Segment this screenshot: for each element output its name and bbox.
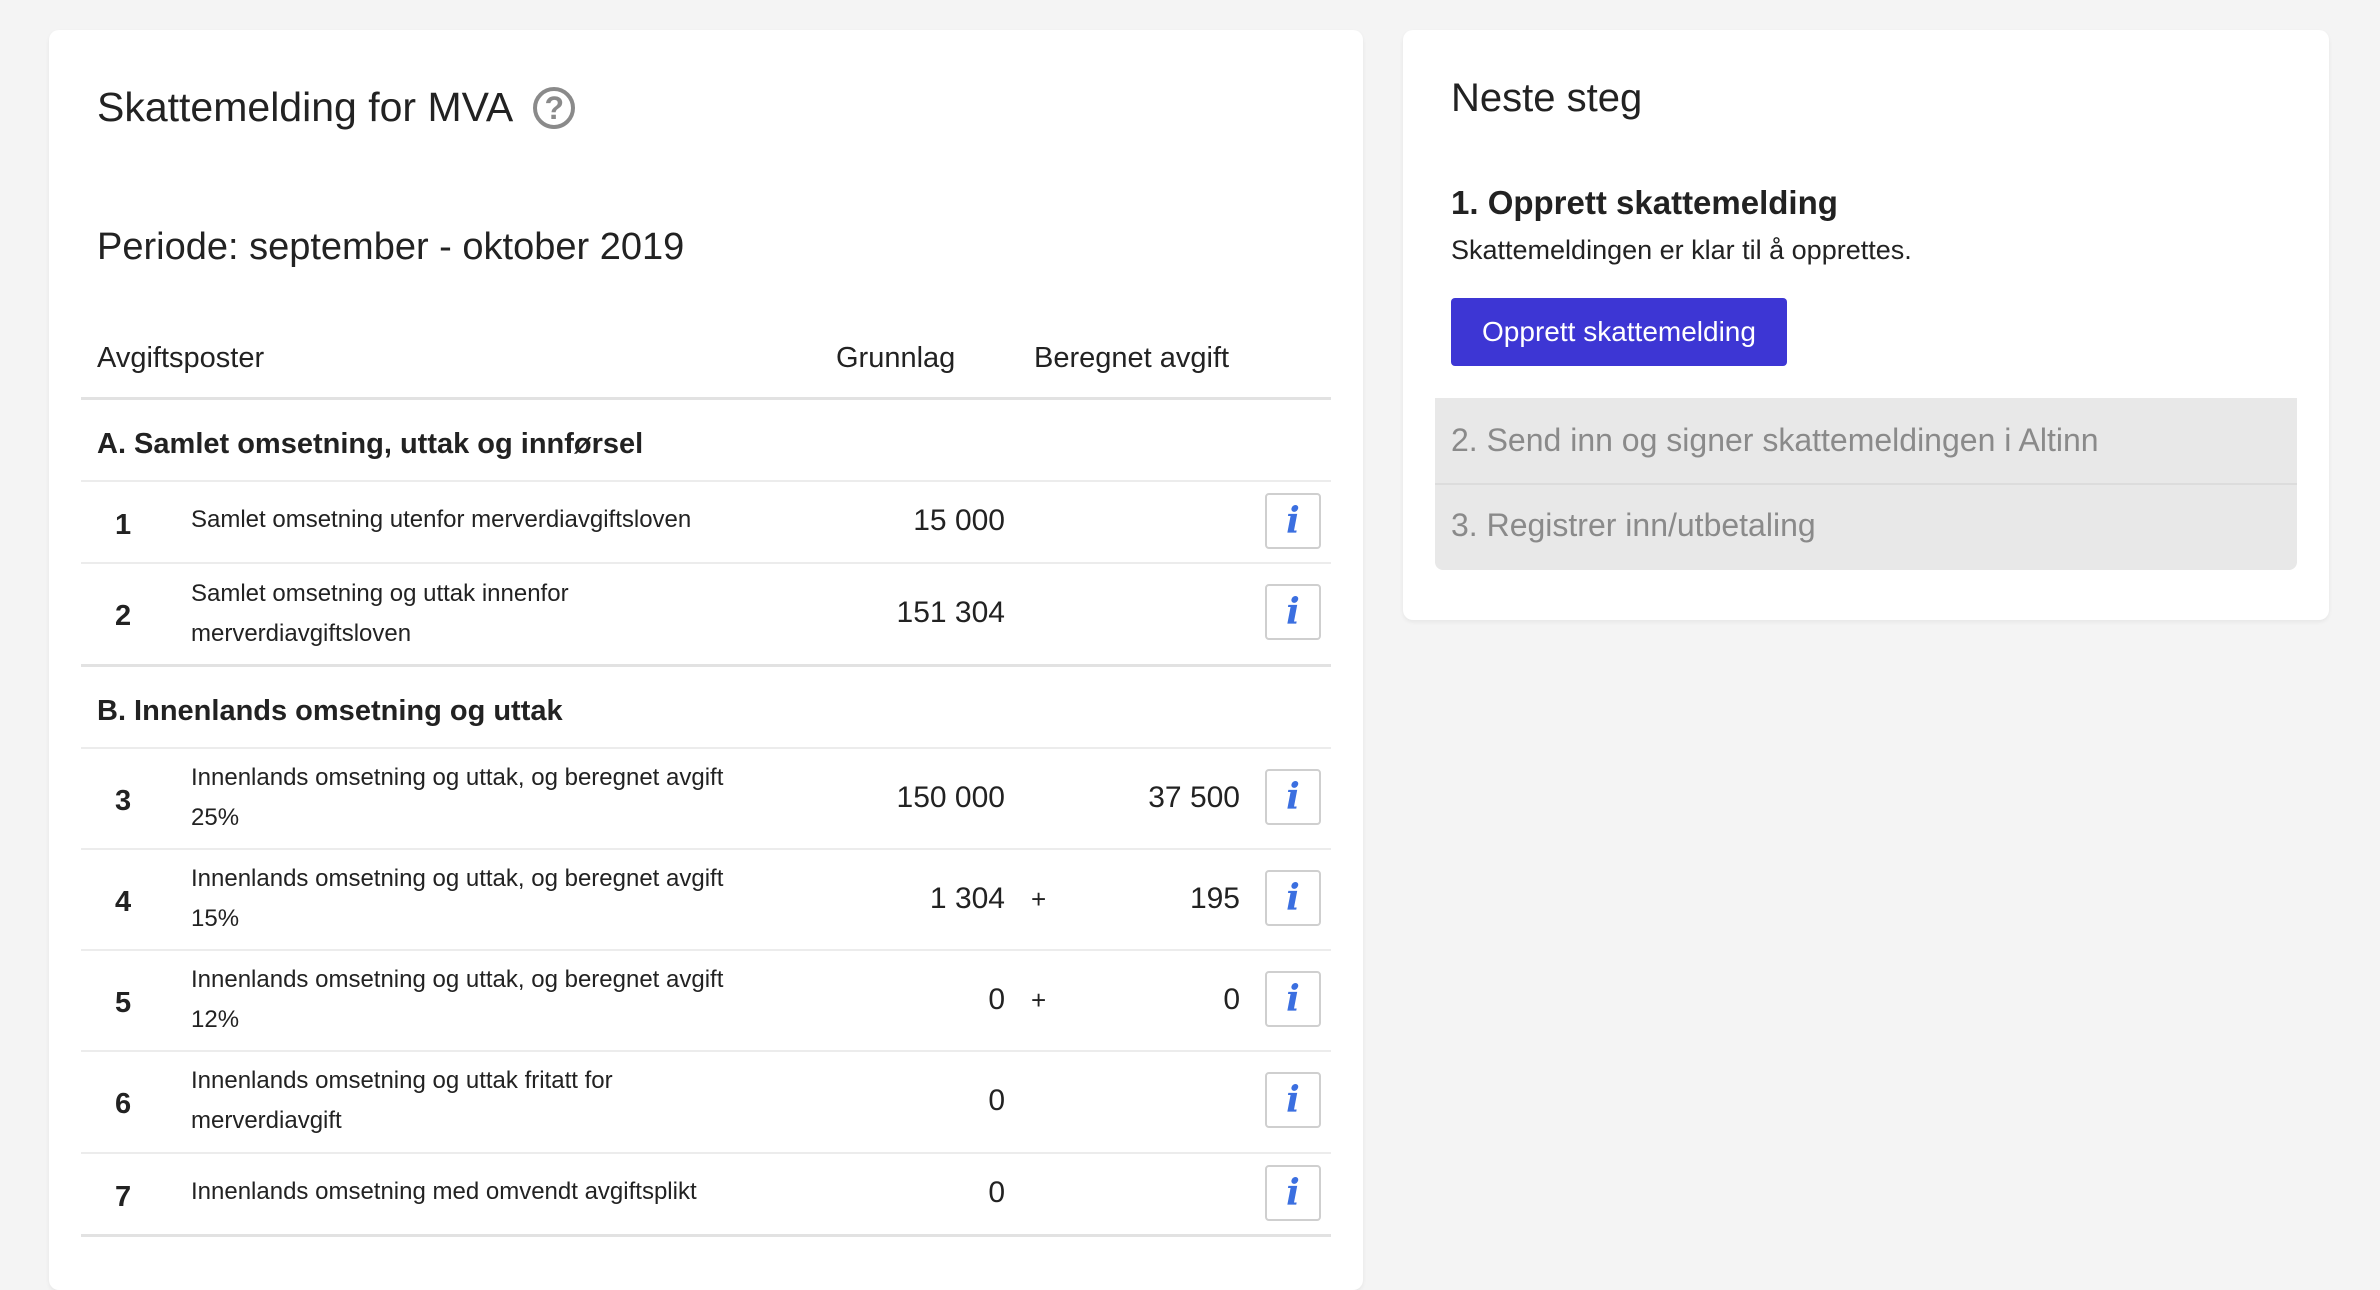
info-icon[interactable]: i — [1265, 870, 1321, 926]
page-title-text: Skattemelding for MVA — [97, 84, 514, 130]
table-row: 4 Innenlands omsetning og uttak, og bere… — [81, 848, 1331, 949]
info-icon[interactable]: i — [1265, 493, 1321, 549]
header-beregnet-avgift: Beregnet avgift — [1034, 342, 1230, 374]
table-row: 7 Innenlands omsetning med omvendt avgif… — [81, 1152, 1331, 1234]
row-grunnlag: 1 304 — [929, 882, 1005, 915]
step-3-title: 3. Registrer inn/utbetaling — [1451, 507, 1816, 543]
row-grunnlag: 0 — [988, 983, 1005, 1016]
info-icon[interactable]: i — [1265, 769, 1321, 825]
row-grunnlag: 15 000 — [913, 504, 1005, 537]
row-beregnet-avgift: 195 — [1189, 882, 1240, 915]
table-row: 3 Innenlands omsetning og uttak, og bere… — [81, 747, 1331, 848]
row-number: 5 — [115, 987, 132, 1019]
info-icon[interactable]: i — [1265, 1165, 1321, 1221]
row-description: Innenlands omsetning med omvendt avgifts… — [191, 1178, 697, 1205]
row-description: Innenlands omsetning og uttak, og beregn… — [191, 865, 724, 932]
row-grunnlag: 0 — [988, 1084, 1005, 1117]
next-steps-title: Neste steg — [1451, 76, 1643, 120]
row-number: 6 — [115, 1088, 132, 1120]
info-label: i — [1286, 500, 1300, 542]
info-label: i — [1286, 1079, 1300, 1121]
row-number: 3 — [115, 785, 132, 817]
header-grunnlag: Grunnlag — [836, 342, 956, 374]
table-bottom-divider — [81, 1234, 1331, 1237]
row-description: Innenlands omsetning og uttak, og beregn… — [191, 966, 724, 1033]
info-label: i — [1286, 877, 1300, 919]
section-divider — [81, 664, 1331, 667]
row-description: Samlet omsetning og uttak innenfor merve… — [191, 580, 569, 647]
info-icon[interactable]: i — [1265, 584, 1321, 640]
table-row: 5 Innenlands omsetning og uttak, og bere… — [81, 949, 1331, 1050]
table-header-divider — [81, 397, 1331, 400]
header-avgiftsposter: Avgiftsposter — [97, 342, 265, 374]
info-label: i — [1286, 591, 1300, 633]
divider — [1435, 483, 2297, 485]
row-description: Samlet omsetning utenfor merverdiavgifts… — [191, 506, 692, 533]
step-1-title: 1. Opprett skattemelding — [1451, 184, 1838, 221]
row-description: Innenlands omsetning og uttak, og beregn… — [191, 764, 724, 831]
row-grunnlag: 0 — [988, 1176, 1005, 1209]
info-label: i — [1286, 1172, 1300, 1214]
table-row: 6 Innenlands omsetning og uttak fritatt … — [81, 1050, 1331, 1152]
create-tax-return-button[interactable]: Opprett skattemelding — [1451, 298, 1787, 366]
info-label: i — [1286, 776, 1300, 818]
row-description: Innenlands omsetning og uttak fritatt fo… — [191, 1067, 613, 1134]
row-number: 7 — [115, 1181, 132, 1213]
row-beregnet-avgift: 37 500 — [1148, 781, 1240, 814]
info-icon[interactable]: i — [1265, 971, 1321, 1027]
step-2-title: 2. Send inn og signer skattemeldingen i … — [1451, 422, 2099, 458]
row-number: 2 — [115, 600, 132, 632]
step-1-description: Skattemeldingen er klar til å opprettes. — [1451, 235, 1912, 265]
question-circle-icon[interactable]: ? — [533, 86, 576, 129]
section-a-title: A. Samlet omsetning, uttak og innførsel — [97, 428, 644, 460]
row-number: 4 — [115, 886, 132, 918]
pending-steps: 2. Send inn og signer skattemeldingen i … — [1435, 398, 2297, 570]
page-title: Skattemelding for MVA ? — [97, 84, 576, 131]
section-b-title: B. Innenlands omsetning og uttak — [97, 695, 563, 727]
period-label: Periode: september - oktober 2019 — [97, 226, 685, 268]
row-grunnlag: 150 000 — [896, 781, 1005, 814]
next-steps-card: Neste steg 1. Opprett skattemelding Skat… — [1403, 30, 2329, 620]
tax-return-card: Skattemelding for MVA ? Periode: septemb… — [49, 30, 1363, 1290]
row-grunnlag: 151 304 — [896, 596, 1005, 629]
row-number: 1 — [115, 509, 132, 541]
table-row: 1 Samlet omsetning utenfor merverdiavgif… — [81, 480, 1331, 562]
row-beregnet-avgift: 0 — [1223, 983, 1240, 1016]
info-icon[interactable]: i — [1265, 1072, 1321, 1128]
table-row: 2 Samlet omsetning og uttak innenfor mer… — [81, 562, 1331, 664]
info-label: i — [1286, 978, 1300, 1020]
